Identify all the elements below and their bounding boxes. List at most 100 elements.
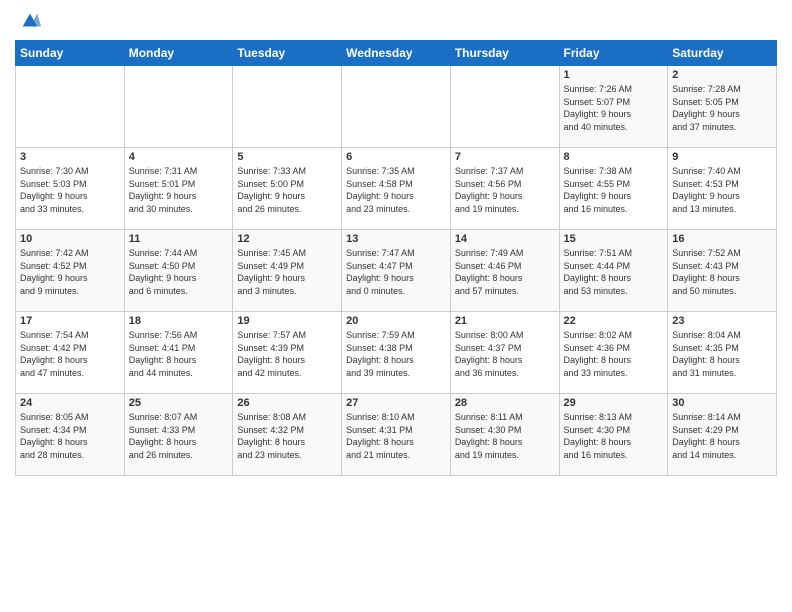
day-info: Sunrise: 7:31 AM Sunset: 5:01 PM Dayligh… [129,165,229,215]
day-info: Sunrise: 7:45 AM Sunset: 4:49 PM Dayligh… [237,247,337,297]
day-info: Sunrise: 7:38 AM Sunset: 4:55 PM Dayligh… [564,165,664,215]
day-number: 5 [237,151,337,163]
day-number: 7 [455,151,555,163]
day-number: 13 [346,233,446,245]
day-number: 23 [672,315,772,327]
day-number: 30 [672,397,772,409]
day-info: Sunrise: 7:54 AM Sunset: 4:42 PM Dayligh… [20,329,120,379]
day-number: 4 [129,151,229,163]
calendar-cell: 7 Sunrise: 7:37 AM Sunset: 4:56 PM Daylig… [450,148,559,230]
day-number: 16 [672,233,772,245]
calendar-cell: 23 Sunrise: 8:04 AM Sunset: 4:35 PM Dayli… [668,312,777,394]
day-info: Sunrise: 7:42 AM Sunset: 4:52 PM Dayligh… [20,247,120,297]
calendar-cell: 10 Sunrise: 7:42 AM Sunset: 4:52 PM Dayli… [16,230,125,312]
calendar-cell: 11 Sunrise: 7:44 AM Sunset: 4:50 PM Dayli… [124,230,233,312]
calendar-cell: 4 Sunrise: 7:31 AM Sunset: 5:01 PM Daylig… [124,148,233,230]
day-info: Sunrise: 7:37 AM Sunset: 4:56 PM Dayligh… [455,165,555,215]
logo-icon [19,10,41,32]
weekday-header: Wednesday [342,41,451,66]
calendar-week-row: 3Sunrise: 7:30 AM Sunset: 5:03 PM Daylig… [16,148,777,230]
calendar-cell: 8 Sunrise: 7:38 AM Sunset: 4:55 PM Daylig… [559,148,668,230]
day-info: Sunrise: 8:08 AM Sunset: 4:32 PM Dayligh… [237,411,337,461]
calendar-cell: 18 Sunrise: 7:56 AM Sunset: 4:41 PM Dayli… [124,312,233,394]
calendar-cell: 13 Sunrise: 7:47 AM Sunset: 4:47 PM Dayli… [342,230,451,312]
day-number: 14 [455,233,555,245]
calendar-cell [450,66,559,148]
logo [15,10,41,32]
calendar-cell: 21 Sunrise: 8:00 AM Sunset: 4:37 PM Dayli… [450,312,559,394]
day-info: Sunrise: 8:07 AM Sunset: 4:33 PM Dayligh… [129,411,229,461]
weekday-header: Sunday [16,41,125,66]
page: SundayMondayTuesdayWednesdayThursdayFrid… [0,0,792,612]
calendar-cell: 20 Sunrise: 7:59 AM Sunset: 4:38 PM Dayli… [342,312,451,394]
day-info: Sunrise: 7:47 AM Sunset: 4:47 PM Dayligh… [346,247,446,297]
calendar-cell: 24Sunrise: 8:05 AM Sunset: 4:34 PM Dayli… [16,394,125,476]
calendar-week-row: 10 Sunrise: 7:42 AM Sunset: 4:52 PM Dayli… [16,230,777,312]
weekday-header: Thursday [450,41,559,66]
day-number: 18 [129,315,229,327]
day-number: 28 [455,397,555,409]
weekday-header: Tuesday [233,41,342,66]
calendar-cell: 17 Sunrise: 7:54 AM Sunset: 4:42 PM Dayli… [16,312,125,394]
calendar-cell [342,66,451,148]
day-info: Sunrise: 7:26 AM Sunset: 5:07 PM Dayligh… [564,83,664,133]
day-number: 11 [129,233,229,245]
calendar-cell: 9 Sunrise: 7:40 AM Sunset: 4:53 PM Daylig… [668,148,777,230]
calendar-cell: 12 Sunrise: 7:45 AM Sunset: 4:49 PM Dayli… [233,230,342,312]
calendar-cell: 6Sunrise: 7:35 AM Sunset: 4:58 PM Daylig… [342,148,451,230]
day-info: Sunrise: 7:28 AM Sunset: 5:05 PM Dayligh… [672,83,772,133]
calendar-cell: 14 Sunrise: 7:49 AM Sunset: 4:46 PM Dayli… [450,230,559,312]
calendar-cell: 2 Sunrise: 7:28 AM Sunset: 5:05 PM Daylig… [668,66,777,148]
calendar-cell [233,66,342,148]
day-number: 19 [237,315,337,327]
day-info: Sunrise: 8:14 AM Sunset: 4:29 PM Dayligh… [672,411,772,461]
calendar-cell [124,66,233,148]
day-info: Sunrise: 7:49 AM Sunset: 4:46 PM Dayligh… [455,247,555,297]
day-number: 1 [564,69,664,81]
day-info: Sunrise: 7:30 AM Sunset: 5:03 PM Dayligh… [20,165,120,215]
calendar-header: SundayMondayTuesdayWednesdayThursdayFrid… [16,41,777,66]
day-info: Sunrise: 7:56 AM Sunset: 4:41 PM Dayligh… [129,329,229,379]
calendar: SundayMondayTuesdayWednesdayThursdayFrid… [15,40,777,476]
day-number: 6 [346,151,446,163]
day-info: Sunrise: 8:10 AM Sunset: 4:31 PM Dayligh… [346,411,446,461]
day-number: 2 [672,69,772,81]
day-number: 22 [564,315,664,327]
day-number: 9 [672,151,772,163]
day-info: Sunrise: 7:59 AM Sunset: 4:38 PM Dayligh… [346,329,446,379]
weekday-row: SundayMondayTuesdayWednesdayThursdayFrid… [16,41,777,66]
day-number: 25 [129,397,229,409]
day-number: 24 [20,397,120,409]
day-info: Sunrise: 7:44 AM Sunset: 4:50 PM Dayligh… [129,247,229,297]
calendar-cell: 3Sunrise: 7:30 AM Sunset: 5:03 PM Daylig… [16,148,125,230]
calendar-cell: 25 Sunrise: 8:07 AM Sunset: 4:33 PM Dayli… [124,394,233,476]
day-info: Sunrise: 8:00 AM Sunset: 4:37 PM Dayligh… [455,329,555,379]
day-number: 29 [564,397,664,409]
weekday-header: Monday [124,41,233,66]
day-info: Sunrise: 8:13 AM Sunset: 4:30 PM Dayligh… [564,411,664,461]
calendar-body: 1 Sunrise: 7:26 AM Sunset: 5:07 PM Daylig… [16,66,777,476]
day-info: Sunrise: 7:40 AM Sunset: 4:53 PM Dayligh… [672,165,772,215]
day-info: Sunrise: 8:02 AM Sunset: 4:36 PM Dayligh… [564,329,664,379]
day-info: Sunrise: 7:57 AM Sunset: 4:39 PM Dayligh… [237,329,337,379]
calendar-cell: 1 Sunrise: 7:26 AM Sunset: 5:07 PM Daylig… [559,66,668,148]
day-number: 27 [346,397,446,409]
day-info: Sunrise: 8:04 AM Sunset: 4:35 PM Dayligh… [672,329,772,379]
day-number: 20 [346,315,446,327]
day-number: 17 [20,315,120,327]
weekday-header: Friday [559,41,668,66]
day-number: 12 [237,233,337,245]
calendar-cell: 28Sunrise: 8:11 AM Sunset: 4:30 PM Dayli… [450,394,559,476]
day-number: 8 [564,151,664,163]
day-info: Sunrise: 7:33 AM Sunset: 5:00 PM Dayligh… [237,165,337,215]
day-info: Sunrise: 7:52 AM Sunset: 4:43 PM Dayligh… [672,247,772,297]
day-number: 10 [20,233,120,245]
day-number: 15 [564,233,664,245]
header [15,10,777,32]
day-number: 21 [455,315,555,327]
calendar-cell: 16 Sunrise: 7:52 AM Sunset: 4:43 PM Dayli… [668,230,777,312]
calendar-cell: 15Sunrise: 7:51 AM Sunset: 4:44 PM Dayli… [559,230,668,312]
day-number: 26 [237,397,337,409]
calendar-cell [16,66,125,148]
calendar-cell: 26 Sunrise: 8:08 AM Sunset: 4:32 PM Dayli… [233,394,342,476]
